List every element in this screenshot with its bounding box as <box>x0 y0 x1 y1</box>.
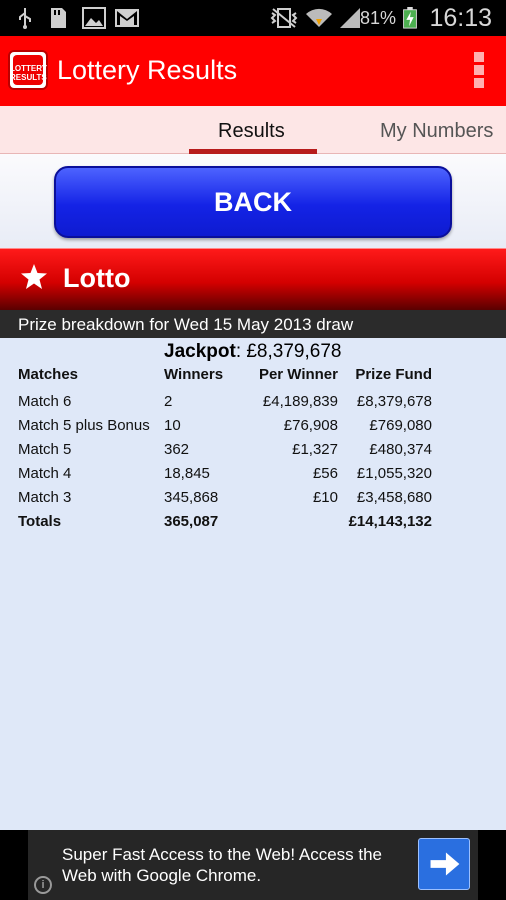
cell-matches: Match 3 <box>18 489 72 506</box>
cell-matches: Match 5 plus Bonus <box>18 417 150 434</box>
table-row: Match 3 345,868 £10 £3,458,680 <box>0 489 506 511</box>
back-area: BACK <box>0 154 506 248</box>
jackpot-value: : £8,379,678 <box>235 341 342 362</box>
sd-card-icon <box>51 8 66 28</box>
game-header: Lotto <box>0 248 506 310</box>
ad-text: Super Fast Access to the Web! Access the… <box>62 845 383 885</box>
cell-prize-fund: £3,458,680 <box>356 489 432 506</box>
ad-box[interactable]: Super Fast Access to the Web! Access the… <box>28 830 478 900</box>
cell-matches: Match 5 <box>18 441 72 458</box>
usb-icon <box>19 8 31 29</box>
cell-winners: 362 <box>164 441 190 458</box>
cell-per-winner: £10 <box>312 489 338 506</box>
draw-date-strip: Prize breakdown for Wed 15 May 2013 draw <box>0 310 506 338</box>
totals-prize-fund: £14,143,132 <box>348 513 432 530</box>
table-row: Match 6 2 £4,189,839 £8,379,678 <box>0 393 506 415</box>
overflow-menu-icon[interactable] <box>472 52 486 90</box>
tab-my-numbers[interactable]: My Numbers <box>380 120 493 143</box>
ad-banner: Super Fast Access to the Web! Access the… <box>0 830 506 900</box>
header-matches: Matches <box>18 366 79 383</box>
table-row: Match 4 18,845 £56 £1,055,320 <box>0 465 506 487</box>
image-icon <box>82 7 106 29</box>
table-row: Match 5 plus Bonus 10 £76,908 £769,080 <box>0 417 506 439</box>
vibrate-icon <box>270 8 298 28</box>
star-icon[interactable] <box>20 263 48 291</box>
cell-per-winner: £1,327 <box>292 441 338 458</box>
cell-prize-fund: £480,374 <box>369 441 432 458</box>
cell-winners: 18,845 <box>164 465 210 482</box>
gmail-icon <box>115 9 139 27</box>
cell-winners: 10 <box>164 417 181 434</box>
cell-per-winner: £76,908 <box>283 417 338 434</box>
table-header: Matches Winners Per Winner Prize Fund <box>0 366 506 388</box>
cell-matches: Match 6 <box>18 393 72 410</box>
draw-date-label: Prize breakdown for Wed 15 May 2013 draw <box>18 315 354 334</box>
cell-prize-fund: £8,379,678 <box>356 393 432 410</box>
header-per-winner: Per Winner <box>258 366 338 383</box>
tab-bar: Results My Numbers <box>0 106 506 154</box>
app-logo: LOTTERY RESULTS <box>8 50 48 90</box>
table-row: Match 5 362 £1,327 £480,374 <box>0 441 506 463</box>
back-button[interactable]: BACK <box>54 166 452 238</box>
clock: 16:13 <box>429 4 492 32</box>
info-icon[interactable]: i <box>34 876 52 894</box>
arrow-right-icon[interactable] <box>418 838 470 890</box>
app-logo-text: LOTTERY RESULTS <box>10 64 48 82</box>
signal-icon <box>340 8 360 28</box>
battery-percent: 81% <box>359 8 396 28</box>
cell-per-winner: £56 <box>312 465 338 482</box>
wifi-icon <box>306 8 332 27</box>
jackpot-label: Jackpot <box>164 341 236 362</box>
totals-row: Totals 365,087 £14,143,132 <box>0 513 506 535</box>
app-title: Lottery Results <box>57 55 238 85</box>
cell-winners: 345,868 <box>164 489 219 506</box>
cell-winners: 2 <box>164 393 173 410</box>
battery-charging-icon <box>403 7 417 29</box>
cell-per-winner: £4,189,839 <box>262 393 338 410</box>
totals-winners: 365,087 <box>164 513 219 530</box>
jackpot: Jackpot: £8,379,678 <box>164 341 341 363</box>
cell-matches: Match 4 <box>18 465 72 482</box>
totals-label: Totals <box>18 513 62 530</box>
header-prize-fund: Prize Fund <box>355 366 432 383</box>
cell-prize-fund: £769,080 <box>369 417 432 434</box>
app-bar: LOTTERY RESULTS Lottery Results <box>0 36 506 106</box>
game-title: Lotto <box>63 263 131 293</box>
status-bar: 81% 16:13 <box>0 0 506 36</box>
header-winners: Winners <box>164 366 224 383</box>
cell-prize-fund: £1,055,320 <box>356 465 432 482</box>
tab-results[interactable]: Results <box>218 120 285 143</box>
prize-breakdown: Jackpot: £8,379,678 Matches Winners Per … <box>0 338 506 830</box>
